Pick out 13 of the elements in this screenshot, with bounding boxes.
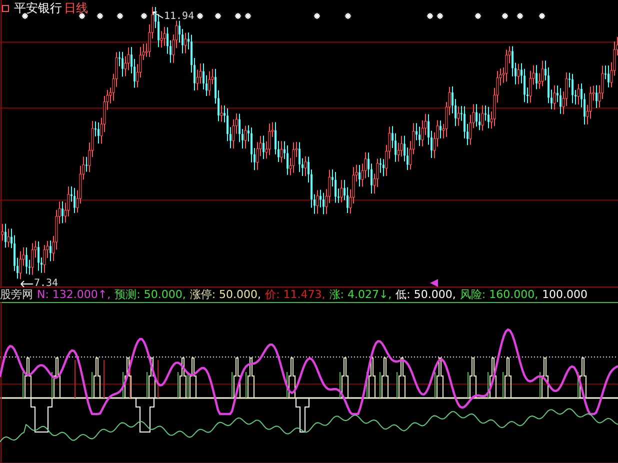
- stock-name: 平安银行: [14, 0, 62, 17]
- indicator-value: 涨停: 50.000,: [190, 288, 262, 302]
- indicator-value: 风险: 160.000,: [460, 288, 538, 302]
- indicator-value: 预测: 50.000,: [114, 288, 186, 302]
- indicator-value: N: 132.000↑,: [37, 288, 111, 302]
- indicator-value: 价: 11.473,: [265, 288, 326, 302]
- indicator-name: 股旁网: [0, 288, 33, 302]
- indicator-value: 涨: 4.027↓,: [329, 288, 392, 302]
- high-price-label: 11.94: [164, 11, 194, 22]
- low-price-label: 7.34: [34, 278, 58, 289]
- period-label: 日线: [64, 0, 88, 17]
- indicator-value: 低: 50.000,: [396, 288, 456, 302]
- indicator-value: 100.000: [542, 288, 588, 302]
